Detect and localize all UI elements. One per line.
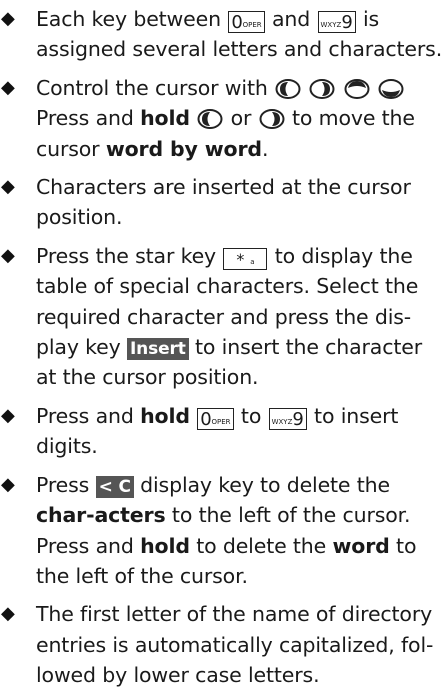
nav-up-icon (344, 78, 370, 99)
list-item: ◆ Press < C display key to delete the ch… (0, 470, 448, 592)
list-item: ◆ Characters are inserted at the cursor … (0, 172, 448, 233)
diamond-bullet-icon: ◆ (1, 603, 15, 625)
nav-left-icon (275, 78, 301, 99)
instruction-list: ◆ Each key between 0OPER and WXYZ9 is as… (0, 4, 448, 699)
diamond-bullet-icon: ◆ (1, 176, 15, 198)
diamond-bullet-icon: ◆ (1, 473, 15, 495)
key-9-wxyz-icon: WXYZ9 (268, 407, 307, 430)
nav-down-icon (378, 78, 404, 99)
list-item: ◆ Control the cursor with Press and hold… (0, 73, 448, 164)
clear-display-key: < C (95, 475, 134, 498)
list-item: ◆ The first letter of the name of direct… (0, 599, 448, 690)
diamond-bullet-icon: ◆ (1, 404, 15, 426)
key-0-oper-icon: 0OPER (228, 11, 265, 33)
nav-left-icon (197, 109, 223, 130)
manual-page: ◆ Each key between 0OPER and WXYZ9 is as… (0, 0, 448, 687)
diamond-bullet-icon: ◆ (1, 76, 15, 98)
key-star-icon: * a (223, 247, 268, 270)
insert-display-key: Insert (126, 338, 189, 361)
list-item: ◆ Press and hold 0OPER to WXYZ9 to inser… (0, 401, 448, 462)
key-9-wxyz-icon: WXYZ9 (317, 11, 356, 33)
list-item: ◆ Each key between 0OPER and WXYZ9 is as… (0, 4, 448, 65)
list-item: ◆ Press the star key * a to display the t… (0, 241, 448, 393)
nav-right-icon (259, 109, 285, 130)
key-0-oper-icon: 0OPER (197, 407, 234, 430)
nav-right-icon (309, 78, 335, 99)
diamond-bullet-icon: ◆ (1, 244, 15, 266)
diamond-bullet-icon: ◆ (1, 8, 15, 29)
